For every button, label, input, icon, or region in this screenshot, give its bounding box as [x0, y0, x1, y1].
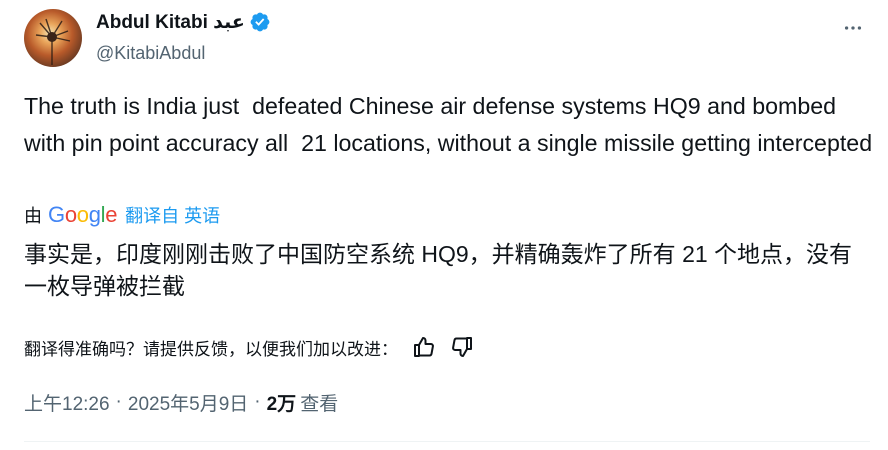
author-names: Abdul Kitabi عبد @KitabiAbdul — [96, 10, 271, 64]
google-logo: Google — [48, 202, 117, 228]
google-logo-letter: e — [105, 202, 118, 227]
translated-by-label: 由 — [24, 206, 42, 226]
verified-badge-icon[interactable] — [249, 11, 271, 33]
views-count[interactable]: 2万 — [267, 389, 297, 416]
feedback-prompt: 翻译得准确吗？请提供反馈，以便我们加以改进： — [24, 339, 398, 359]
author-handle[interactable]: @KitabiAbdul — [96, 43, 271, 64]
thumbs-up-icon[interactable] — [410, 333, 438, 361]
tweet-time[interactable]: 上午12:26 — [24, 389, 110, 416]
tweet-date[interactable]: 2025年5月9日 — [128, 389, 248, 416]
translation-feedback: 翻译得准确吗？请提供反馈，以便我们加以改进： — [24, 333, 476, 361]
meta-separator: · — [254, 391, 261, 412]
translated-text: 事实是，印度刚刚击败了中国防空系统 HQ9，并精确轰炸了所有 21 个地点，没有… — [24, 241, 853, 299]
thumbs-down-icon[interactable] — [448, 333, 476, 361]
translated-from-link[interactable]: 翻译自 英语 — [125, 202, 220, 228]
tweet-meta: 上午12:26 · 2025年5月9日 · 2万 查看 — [24, 389, 338, 415]
meta-separator: · — [115, 391, 122, 412]
views-label[interactable]: 查看 — [300, 389, 338, 416]
google-logo-letter: o — [64, 202, 77, 227]
translation-attribution: 由 Google 翻译自 英语 — [24, 202, 220, 228]
google-logo-letter: g — [88, 202, 101, 227]
tweet-text: The truth is India just defeated Chinese… — [24, 93, 873, 156]
google-logo-letter: o — [76, 202, 89, 227]
google-logo-letter: G — [48, 202, 65, 227]
more-options-icon[interactable] — [836, 13, 870, 43]
divider — [24, 441, 870, 442]
display-name[interactable]: Abdul Kitabi عبد — [96, 11, 245, 34]
sunset-flower-icon — [35, 18, 71, 65]
avatar[interactable] — [24, 9, 82, 67]
display-name-row: Abdul Kitabi عبد — [96, 10, 271, 34]
tweet-header: Abdul Kitabi عبد @KitabiAbdul — [24, 9, 870, 69]
